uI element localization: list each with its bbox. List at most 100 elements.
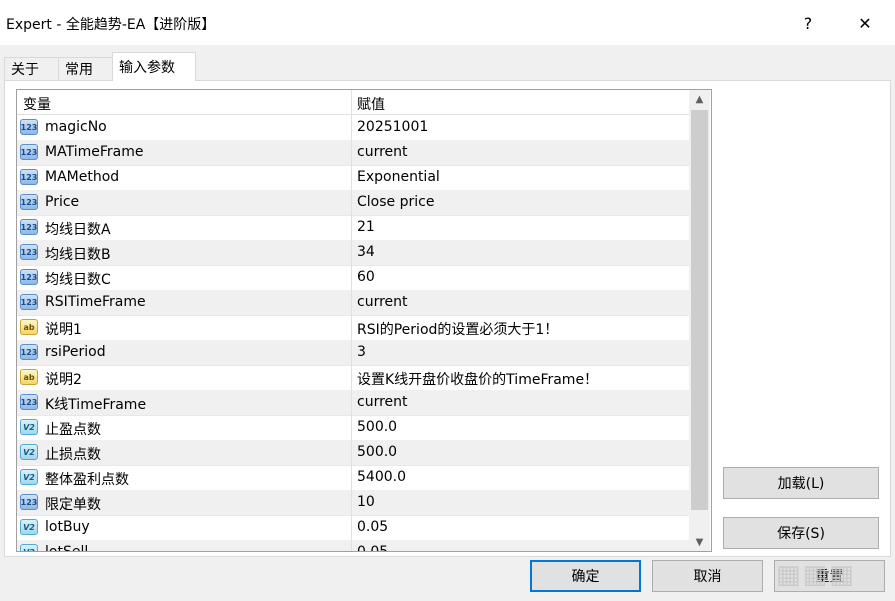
- help-button[interactable]: ?: [788, 8, 828, 38]
- variable-value[interactable]: current: [357, 394, 408, 410]
- variable-value[interactable]: 5400.0: [357, 469, 406, 485]
- variable-name: 均线日数C: [45, 272, 111, 288]
- table-row[interactable]: 123 限定单数 10: [17, 490, 689, 516]
- table-row[interactable]: V2 止盈点数 500.0: [17, 415, 689, 441]
- variable-name: lotSell: [45, 544, 89, 552]
- watermark-logo: ▦▦▦: [776, 560, 856, 590]
- variable-value[interactable]: 0.05: [357, 544, 388, 551]
- variable-name: Price: [45, 194, 80, 210]
- table-row[interactable]: V2 整体盈利点数 5400.0: [17, 465, 689, 491]
- table-row[interactable]: V2 lotBuy 0.05: [17, 515, 689, 541]
- tab-about[interactable]: 关于: [4, 57, 60, 80]
- table-row[interactable]: 123 均线日数B 34: [17, 240, 689, 266]
- window-title: Expert - 全能趋势-EA【进阶版】: [6, 17, 216, 33]
- variable-value[interactable]: 60: [357, 269, 375, 285]
- tab-common[interactable]: 常用: [58, 57, 114, 80]
- integer-type-icon: 123: [20, 294, 38, 310]
- cell-separator: [351, 315, 352, 340]
- cancel-button[interactable]: 取消: [652, 560, 763, 592]
- integer-type-icon: 123: [20, 394, 38, 410]
- variable-value[interactable]: 设置K线开盘价收盘价的TimeFrame！: [357, 369, 598, 389]
- variable-value[interactable]: current: [357, 294, 408, 310]
- save-button[interactable]: 保存(S): [723, 517, 879, 549]
- table-row[interactable]: 123 Price Close price: [17, 190, 689, 216]
- integer-type-icon: 123: [20, 269, 38, 285]
- integer-type-icon: 123: [20, 494, 38, 510]
- scroll-thumb[interactable]: [691, 110, 708, 510]
- variable-value[interactable]: Close price: [357, 194, 434, 210]
- cell-separator: [351, 515, 352, 540]
- variable-name: magicNo: [45, 119, 107, 135]
- variable-name: rsiPeriod: [45, 344, 106, 360]
- ok-button[interactable]: 确定: [530, 560, 641, 592]
- variable-value[interactable]: 500.0: [357, 419, 397, 435]
- variable-value[interactable]: 21: [357, 219, 375, 235]
- variable-name: 止损点数: [45, 447, 101, 463]
- string-type-icon: ab: [20, 369, 38, 385]
- vertical-scrollbar[interactable]: ▲ ▼: [689, 90, 710, 551]
- table-row[interactable]: V2 止损点数 500.0: [17, 440, 689, 466]
- table-row[interactable]: 123 RSITimeFrame current: [17, 290, 689, 316]
- double-type-icon: V2: [20, 419, 38, 435]
- grid-header: 变量 赋值: [17, 90, 689, 115]
- cell-separator: [351, 140, 352, 165]
- cell-separator: [351, 440, 352, 465]
- variable-name: 说明2: [45, 372, 82, 388]
- load-button[interactable]: 加载(L): [723, 467, 879, 499]
- variable-value[interactable]: Exponential: [357, 169, 440, 185]
- column-header-value[interactable]: 赋值: [357, 94, 385, 114]
- integer-type-icon: 123: [20, 344, 38, 360]
- cell-separator: [351, 390, 352, 415]
- integer-type-icon: 123: [20, 119, 38, 135]
- scroll-up-icon[interactable]: ▲: [689, 90, 710, 108]
- cell-separator: [351, 340, 352, 365]
- integer-type-icon: 123: [20, 144, 38, 160]
- table-row[interactable]: V2 lotSell 0.05: [17, 540, 689, 552]
- close-button[interactable]: ✕: [845, 8, 885, 38]
- tab-inputs[interactable]: 输入参数: [112, 52, 196, 81]
- table-row[interactable]: 123 MATimeFrame current: [17, 140, 689, 166]
- double-type-icon: V2: [20, 519, 38, 535]
- cell-separator: [351, 115, 352, 140]
- variable-name: K线TimeFrame: [45, 397, 147, 413]
- variable-value[interactable]: current: [357, 144, 408, 160]
- integer-type-icon: 123: [20, 219, 38, 235]
- table-row[interactable]: 123 均线日数A 21: [17, 215, 689, 241]
- variable-value[interactable]: RSI的Period的设置必须大于1！: [357, 319, 558, 339]
- table-row[interactable]: 123 rsiPeriod 3: [17, 340, 689, 366]
- column-header-variable[interactable]: 变量: [23, 94, 51, 114]
- double-type-icon: V2: [20, 544, 38, 551]
- cell-separator: [351, 290, 352, 315]
- cell-separator: [351, 165, 352, 190]
- table-row[interactable]: ab 说明2 设置K线开盘价收盘价的TimeFrame！: [17, 365, 689, 391]
- double-type-icon: V2: [20, 469, 38, 485]
- variable-value[interactable]: 500.0: [357, 444, 397, 460]
- table-row[interactable]: ab 说明1 RSI的Period的设置必须大于1！: [17, 315, 689, 341]
- variable-name: 说明1: [45, 322, 82, 338]
- inputs-panel: 变量 赋值 123 magicNo 20251001 123 MATimeFrame cu…: [4, 80, 891, 557]
- cell-separator: [351, 265, 352, 290]
- cell-separator: [351, 215, 352, 240]
- title-bar: Expert - 全能趋势-EA【进阶版】 ? ✕: [0, 0, 895, 45]
- parameters-grid: 变量 赋值 123 magicNo 20251001 123 MATimeFrame cu…: [16, 89, 712, 552]
- variable-value[interactable]: 3: [357, 344, 366, 360]
- scroll-down-icon[interactable]: ▼: [689, 533, 710, 551]
- table-row[interactable]: 123 均线日数C 60: [17, 265, 689, 291]
- cell-separator: [351, 190, 352, 215]
- variable-value[interactable]: 10: [357, 494, 375, 510]
- table-row[interactable]: 123 K线TimeFrame current: [17, 390, 689, 416]
- integer-type-icon: 123: [20, 194, 38, 210]
- variable-name: lotBuy: [45, 519, 90, 535]
- variable-name: MAMethod: [45, 169, 120, 185]
- expert-dialog: Expert - 全能趋势-EA【进阶版】 ? ✕ 关于 常用 输入参数 变量 …: [0, 0, 895, 601]
- table-row[interactable]: 123 magicNo 20251001: [17, 115, 689, 141]
- variable-value[interactable]: 0.05: [357, 519, 388, 535]
- variable-value[interactable]: 20251001: [357, 119, 428, 135]
- column-separator[interactable]: [351, 90, 352, 114]
- double-type-icon: V2: [20, 444, 38, 460]
- variable-value[interactable]: 34: [357, 244, 375, 260]
- table-row[interactable]: 123 MAMethod Exponential: [17, 165, 689, 191]
- cell-separator: [351, 240, 352, 265]
- variable-name: 均线日数B: [45, 247, 111, 263]
- cell-separator: [351, 415, 352, 440]
